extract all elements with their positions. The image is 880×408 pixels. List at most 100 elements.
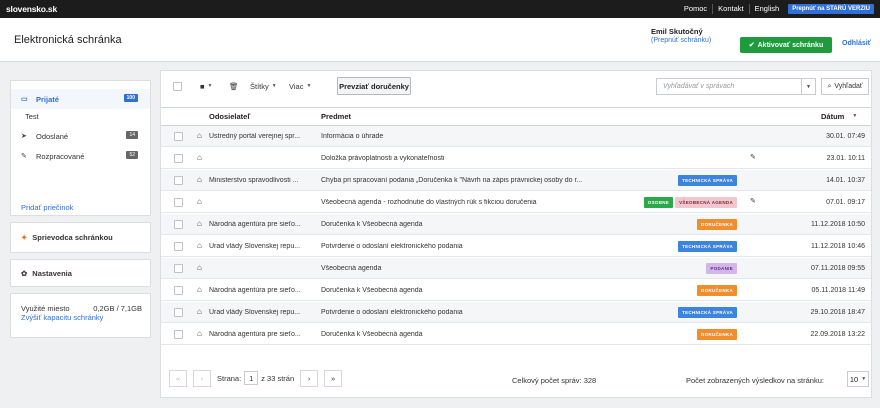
row-date: 07.11.2018 09:55: [811, 265, 865, 272]
table-row[interactable]: ⌂ Národná agentúra pre sieťo... Doručenka …: [161, 280, 871, 301]
sidebar-item-sent[interactable]: ➤ Odoslané 14: [11, 126, 150, 146]
government-building-icon: ⌂: [197, 263, 202, 272]
row-checkbox[interactable]: [174, 330, 183, 339]
row-date: 23.01. 10:11: [826, 155, 865, 162]
table-row[interactable]: ⌂ Všeobecná agenda - rozhodnutie do vlast…: [161, 192, 871, 213]
english-link[interactable]: English: [748, 4, 785, 14]
logout-link[interactable]: Odhlásiť: [842, 40, 871, 47]
guide-card[interactable]: ✦ Sprievodca schránkou: [10, 222, 151, 253]
row-checkbox[interactable]: [174, 220, 183, 229]
labels-dropdown[interactable]: Štítky ▼: [245, 77, 282, 95]
sidebar-item-drafts[interactable]: ✎ Rozpracované 52: [11, 146, 150, 166]
check-icon: ✔: [748, 42, 755, 49]
table-row[interactable]: ⌂ Úrad vlády Slovenskej repu... Potvrdenie…: [161, 236, 871, 257]
status-badge[interactable]: VŠEOBECNÁ AGENDA: [675, 197, 737, 208]
prev-page-button[interactable]: ‹: [193, 369, 211, 387]
row-sender: Národná agentúra pre sieťo...: [209, 331, 301, 338]
row-checkbox[interactable]: [174, 198, 183, 207]
row-checkbox[interactable]: [174, 176, 183, 185]
sidebar-item-label: Rozpracované: [36, 151, 85, 161]
row-checkbox[interactable]: [174, 242, 183, 251]
download-receipts-button[interactable]: Prevziať doručenky: [337, 77, 411, 95]
app-header: Elektronická schránka Emil Skutočný (Pre…: [0, 18, 880, 62]
row-date: 14.01. 10:37: [826, 177, 865, 184]
row-tags: DORUČENKA: [697, 329, 737, 340]
activate-box-button[interactable]: ✔ Aktivovať schránku: [740, 37, 832, 53]
per-page-select[interactable]: 10 ▼: [847, 371, 869, 387]
sidebar-item-inbox[interactable]: ▭ Prijaté 100: [11, 89, 150, 109]
status-badge[interactable]: TECHNICKÁ SPRÁVA: [678, 241, 737, 252]
row-date: 22.09.2018 13:22: [810, 331, 866, 338]
government-building-icon: ⌂: [197, 329, 202, 338]
trash-icon: 🗑: [229, 81, 239, 91]
site-logo[interactable]: slovensko.sk: [6, 4, 57, 14]
column-header-subject[interactable]: Predmet: [321, 108, 351, 124]
contact-link[interactable]: Kontakt: [712, 4, 748, 14]
page-title: Elektronická schránka: [14, 34, 122, 46]
sidebar-subfolder-test[interactable]: Test: [11, 109, 150, 123]
search-input[interactable]: Vyhľadávať v správach: [656, 78, 802, 95]
gear-icon: ✿: [21, 268, 28, 278]
government-building-icon: ⌂: [197, 197, 202, 206]
more-dropdown[interactable]: Viac ▼: [284, 77, 316, 95]
next-page-button[interactable]: ›: [300, 369, 319, 387]
table-row[interactable]: ⌂ Doložka právoplatnosti a vykonateľnosti…: [161, 148, 871, 169]
last-page-button[interactable]: »: [324, 369, 343, 387]
search-button-label: Vyhľadať: [834, 83, 863, 90]
table-row[interactable]: ⌂ Všeobecná agenda PODANIE 07.11.2018 09:55: [161, 258, 871, 279]
chevron-down-icon: ▼: [207, 83, 213, 89]
settings-card[interactable]: ✿ Nastavenia: [10, 259, 151, 287]
old-version-button[interactable]: Prepnúť na STARÚ VERZIU: [788, 4, 874, 14]
row-tags: DORUČENKA: [697, 219, 737, 230]
row-checkbox[interactable]: [174, 308, 183, 317]
government-building-icon: ⌂: [197, 153, 202, 162]
table-row[interactable]: ⌂ Ústredný portál verejnej spr... Informác…: [161, 126, 871, 147]
row-subject: Doručenka k Všeobecná agenda: [321, 331, 423, 338]
table-row[interactable]: ⌂ Národná agentúra pre sieťo... Doručenka …: [161, 324, 871, 345]
storage-label: Využité miesto: [21, 304, 70, 313]
row-checkbox[interactable]: [174, 264, 183, 273]
increase-capacity-link[interactable]: Zvýšiť kapacitu schránky: [21, 313, 103, 322]
status-badge[interactable]: TECHNICKÁ SPRÁVA: [678, 307, 737, 318]
table-row[interactable]: ⌂ Národná agentúra pre sieťo... Doručenka …: [161, 214, 871, 235]
row-date: 05.11.2018 11:49: [811, 287, 865, 294]
government-building-icon: ⌂: [197, 307, 202, 316]
labels-label: Štítky: [250, 81, 269, 91]
table-row[interactable]: ⌂ Ministerstvo spravodlivosti ... Chyba pr…: [161, 170, 871, 191]
help-link[interactable]: Pomoc: [679, 4, 712, 14]
row-checkbox[interactable]: [174, 154, 183, 163]
search-options-dropdown[interactable]: ▼: [802, 78, 816, 95]
column-header-date[interactable]: Dátum ▼: [821, 108, 857, 124]
row-sender: Úrad vlády Slovenskej repu...: [209, 243, 301, 250]
row-checkbox[interactable]: [174, 286, 183, 295]
row-checkbox[interactable]: [174, 132, 183, 141]
first-page-button[interactable]: «: [169, 369, 187, 387]
page-number-input[interactable]: 1: [244, 371, 259, 385]
folders-card: ▭ Prijaté 100 Test ➤ Odoslané 14 ✎ Rozpr…: [10, 80, 151, 216]
select-all-checkbox[interactable]: [173, 77, 182, 95]
status-badge[interactable]: OSOBNE: [643, 197, 674, 208]
add-folder-link[interactable]: Pridať priečinok: [21, 203, 73, 212]
row-subject: Chyba pri spracovaní podania „Doručenka …: [321, 177, 583, 184]
storage-value: 0,2GB / 7,1GB: [93, 304, 142, 313]
row-subject: Všeobecná agenda - rozhodnutie do vlastn…: [321, 199, 537, 206]
move-folder-button[interactable]: ■ ▼: [195, 77, 217, 95]
search-button[interactable]: ⌕ Vyhľadať: [821, 78, 869, 95]
switch-box-link[interactable]: (Prepnúť schránku): [651, 36, 711, 45]
chevron-down-icon: ▼: [306, 83, 312, 89]
status-badge[interactable]: DORUČENKA: [697, 329, 737, 340]
row-tags: DORUČENKA: [697, 285, 737, 296]
delete-button[interactable]: 🗑: [224, 77, 244, 95]
inbox-count-badge: 100: [123, 94, 138, 102]
inbox-icon: ▭: [21, 96, 28, 103]
status-badge[interactable]: DORUČENKA: [697, 285, 737, 296]
status-badge[interactable]: DORUČENKA: [697, 219, 737, 230]
status-badge[interactable]: TECHNICKÁ SPRÁVA: [678, 175, 737, 186]
government-building-icon: ⌂: [197, 285, 202, 294]
column-header-sender[interactable]: Odosielateľ: [209, 108, 250, 124]
status-badge[interactable]: PODANIE: [706, 263, 737, 274]
table-row[interactable]: ⌂ Úrad vlády Slovenskej repu... Potvrdenie…: [161, 302, 871, 323]
row-date: 29.10.2018 18:47: [810, 309, 866, 316]
pagination: « ‹ Strana: 1 z 33 strán › »: [169, 369, 343, 387]
attachment-icon: ✎: [750, 198, 756, 205]
